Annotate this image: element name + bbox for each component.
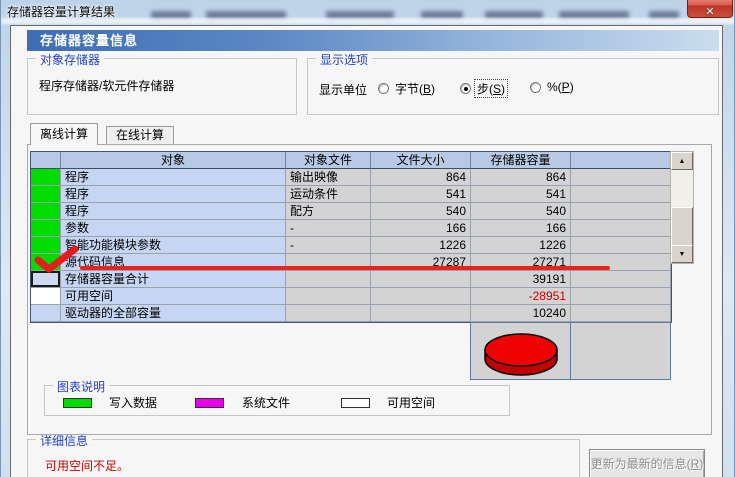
scrollbar-thumb[interactable] — [671, 207, 693, 246]
total-label-cell: 存储器容量合计 — [61, 271, 286, 288]
close-icon: ✕ — [705, 6, 714, 18]
legend-swatch-free-space — [341, 398, 370, 408]
legend-item-system-files: 系统文件 — [242, 394, 290, 411]
file-cell — [286, 305, 371, 322]
filesize-cell — [371, 305, 471, 322]
capacity-cell: 541 — [471, 186, 571, 203]
arrow-up-icon: ▲ — [679, 158, 686, 165]
file-cell: 运动条件 — [286, 186, 371, 203]
total-swatch-cell — [31, 271, 61, 288]
radio-unit-percent[interactable]: %(P) — [530, 80, 576, 94]
free-space-capacity-cell: -28951 — [471, 288, 571, 305]
target-memory-value: 程序存储器/软元件存储器 — [39, 77, 174, 94]
tab-offline-calc[interactable]: 离线计算 — [30, 123, 98, 145]
radio-icon — [378, 83, 389, 94]
capacity-table: 对象 对象文件 文件大小 存储器容量 程序 输出映像 864 864 程序 运动… — [30, 151, 672, 323]
target-memory-groupbox: 对象存储器 程序存储器/软元件存储器 — [27, 58, 297, 115]
col-header-file: 对象文件 — [286, 152, 371, 169]
memory-capacity-dialog: 存储器容量计算结果 ✕ 存储器容量信息 对象存储器 程序存储器/软元件存储器 显… — [0, 0, 735, 477]
display-unit-label: 显示单位 — [319, 81, 367, 98]
details-message: 可用空间不足。 — [45, 457, 129, 474]
close-button[interactable]: ✕ — [687, 0, 733, 18]
display-options-label: 显示选项 — [316, 51, 372, 68]
display-options-groupbox: 显示选项 显示单位 字节(B) 步(S) %(P) — [307, 58, 719, 115]
capacity-cell: 540 — [471, 203, 571, 220]
radio-icon — [530, 82, 541, 93]
target-cell: 智能功能模块参数 — [61, 237, 286, 254]
target-cell: 程序 — [61, 169, 286, 186]
file-cell — [286, 271, 371, 288]
filesize-cell: 1226 — [371, 237, 471, 254]
target-cell: 参数 — [61, 220, 286, 237]
scroll-down-button[interactable]: ▼ — [671, 245, 693, 263]
filesize-cell — [371, 271, 471, 288]
target-cell: 程序 — [61, 186, 286, 203]
filesize-cell: 540 — [371, 203, 471, 220]
filesize-cell: 864 — [371, 169, 471, 186]
swatch-cell — [31, 203, 61, 220]
table-scrollbar[interactable]: ▲ ▼ — [670, 151, 694, 264]
target-memory-label: 对象存储器 — [36, 51, 104, 68]
legend-swatch-system-files — [195, 398, 224, 408]
extra-cell — [571, 271, 671, 288]
extra-cell — [571, 203, 671, 220]
section-banner: 存储器容量信息 — [27, 30, 719, 51]
extra-cell — [571, 288, 671, 305]
red-checkmark-annotation — [32, 245, 80, 273]
arrow-down-icon: ▼ — [679, 251, 686, 258]
target-cell: 程序 — [61, 203, 286, 220]
file-cell — [286, 288, 371, 305]
free-space-label-cell: 可用空间 — [61, 288, 286, 305]
filesize-cell — [371, 288, 471, 305]
details-groupbox: 详细信息 可用空间不足。 — [27, 439, 580, 477]
swatch-cell — [31, 305, 61, 322]
update-info-button[interactable]: 更新为最新的信息(R) — [589, 449, 705, 477]
chart-empty-cell — [570, 322, 671, 380]
legend-groupbox: 图表说明 写入数据 系统文件 可用空间 — [44, 385, 510, 416]
swatch-cell — [31, 186, 61, 203]
banner-title: 存储器容量信息 — [40, 33, 138, 48]
legend-item-free-space: 可用空间 — [387, 394, 435, 411]
file-cell: - — [286, 237, 371, 254]
legend-label: 图表说明 — [53, 378, 109, 395]
legend-item-write-data: 写入数据 — [109, 394, 157, 411]
extra-cell — [571, 186, 671, 203]
legend-swatch-write-data — [63, 398, 92, 408]
titlebar[interactable]: 存储器容量计算结果 ✕ — [1, 0, 735, 25]
col-header-filesize: 文件大小 — [371, 152, 471, 169]
radio-unit-bytes[interactable]: 字节(B) — [378, 80, 437, 97]
capacity-cell: 166 — [471, 220, 571, 237]
drive-capacity-cell: 10240 — [471, 305, 571, 322]
pie-chart-cell — [470, 322, 571, 380]
extra-cell — [571, 220, 671, 237]
extra-cell — [571, 305, 671, 322]
radio-icon — [460, 83, 471, 94]
col-header-swatch — [31, 152, 61, 169]
window-title: 存储器容量计算结果 — [7, 3, 115, 20]
drive-capacity-label-cell: 驱动器的全部容量 — [61, 305, 286, 322]
file-cell: 输出映像 — [286, 169, 371, 186]
dialog-client: 存储器容量信息 对象存储器 程序存储器/软元件存储器 显示选项 显示单位 字节(… — [10, 25, 723, 477]
extra-cell — [571, 169, 671, 186]
total-capacity-cell: 39191 — [471, 271, 571, 288]
col-header-target: 对象 — [61, 152, 286, 169]
filesize-cell: 166 — [371, 220, 471, 237]
swatch-cell — [31, 220, 61, 237]
file-cell: - — [286, 220, 371, 237]
red-underline-annotation — [80, 266, 610, 270]
tab-online-calc[interactable]: 在线计算 — [106, 126, 174, 144]
scroll-up-button[interactable]: ▲ — [671, 152, 693, 170]
capacity-cell: 1226 — [471, 237, 571, 254]
capacity-cell: 864 — [471, 169, 571, 186]
radio-unit-steps[interactable]: 步(S) — [460, 80, 507, 97]
col-header-capacity: 存储器容量 — [471, 152, 571, 169]
swatch-cell — [31, 169, 61, 186]
extra-cell — [571, 237, 671, 254]
file-cell: 配方 — [286, 203, 371, 220]
col-header-extra — [571, 152, 671, 169]
pie-chart — [471, 323, 571, 379]
free-space-swatch-cell — [31, 288, 61, 305]
filesize-cell: 541 — [371, 186, 471, 203]
